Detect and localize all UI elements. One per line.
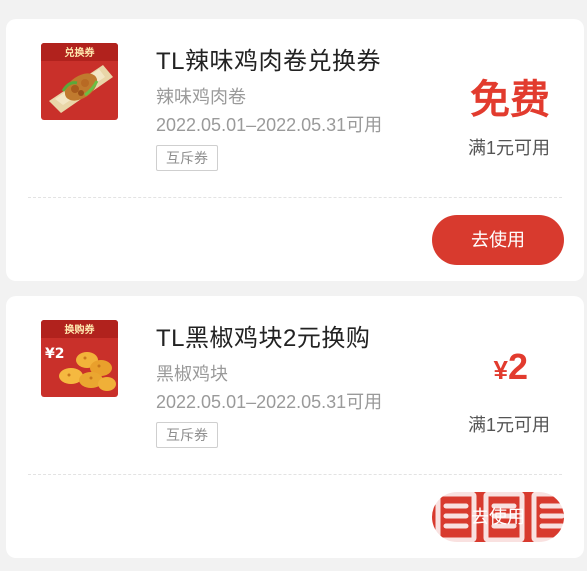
coupon-validity: 2022.05.01–2022.05.31可用 (156, 115, 383, 135)
coupon-badge-price: ¥2 (45, 346, 64, 362)
dashed-divider (28, 474, 562, 475)
dashed-divider (28, 197, 562, 198)
coupon-card-1: 兑换券 TL辣味鸡肉卷兑换券 辣味鸡肉卷 2022.05.01–2022.05.… (6, 19, 584, 281)
coupon-card-2: 换购券 ¥2 TL黑椒鸡块2元换购 黑椒鸡块 2022.05.01–2022.0… (6, 296, 584, 558)
coupon-condition: 满1元可用 (467, 138, 550, 158)
coupon-thumbnail-wrap: 换购券 ¥2 (41, 320, 118, 397)
coupon-price: ¥2 (494, 346, 529, 388)
coupon-badge-text: 兑换券 (65, 46, 96, 59)
coupon-validity: 2022.05.01–2022.05.31可用 (156, 392, 383, 412)
use-coupon-button[interactable]: 去使用 (432, 215, 564, 265)
nuggets-coupon-image: 换购券 ¥2 (41, 320, 118, 397)
price-currency-symbol: ¥ (493, 355, 508, 385)
wrap-coupon-image: 兑换券 (41, 43, 118, 120)
price-value: 2 (507, 346, 528, 387)
watermark-text: zhizhizhi.com (436, 544, 544, 562)
coupon-tag: 互斥券 (156, 422, 218, 448)
coupon-subtitle: 辣味鸡肉卷 (156, 87, 246, 107)
coupon-tag: 互斥券 (156, 145, 218, 171)
coupon-subtitle: 黑椒鸡块 (156, 364, 228, 384)
coupon-condition: 满1元可用 (467, 415, 550, 435)
coupon-badge-text: 换购券 (65, 323, 96, 336)
coupon-thumbnail-wrap: 兑换券 (41, 43, 118, 120)
coupon-title: TL黑椒鸡块2元换购 (156, 325, 371, 352)
coupon-title: TL辣味鸡肉卷兑换券 (156, 48, 382, 75)
coupon-price: 免费 (470, 78, 550, 122)
use-coupon-button[interactable]: 去使用 (432, 492, 564, 542)
